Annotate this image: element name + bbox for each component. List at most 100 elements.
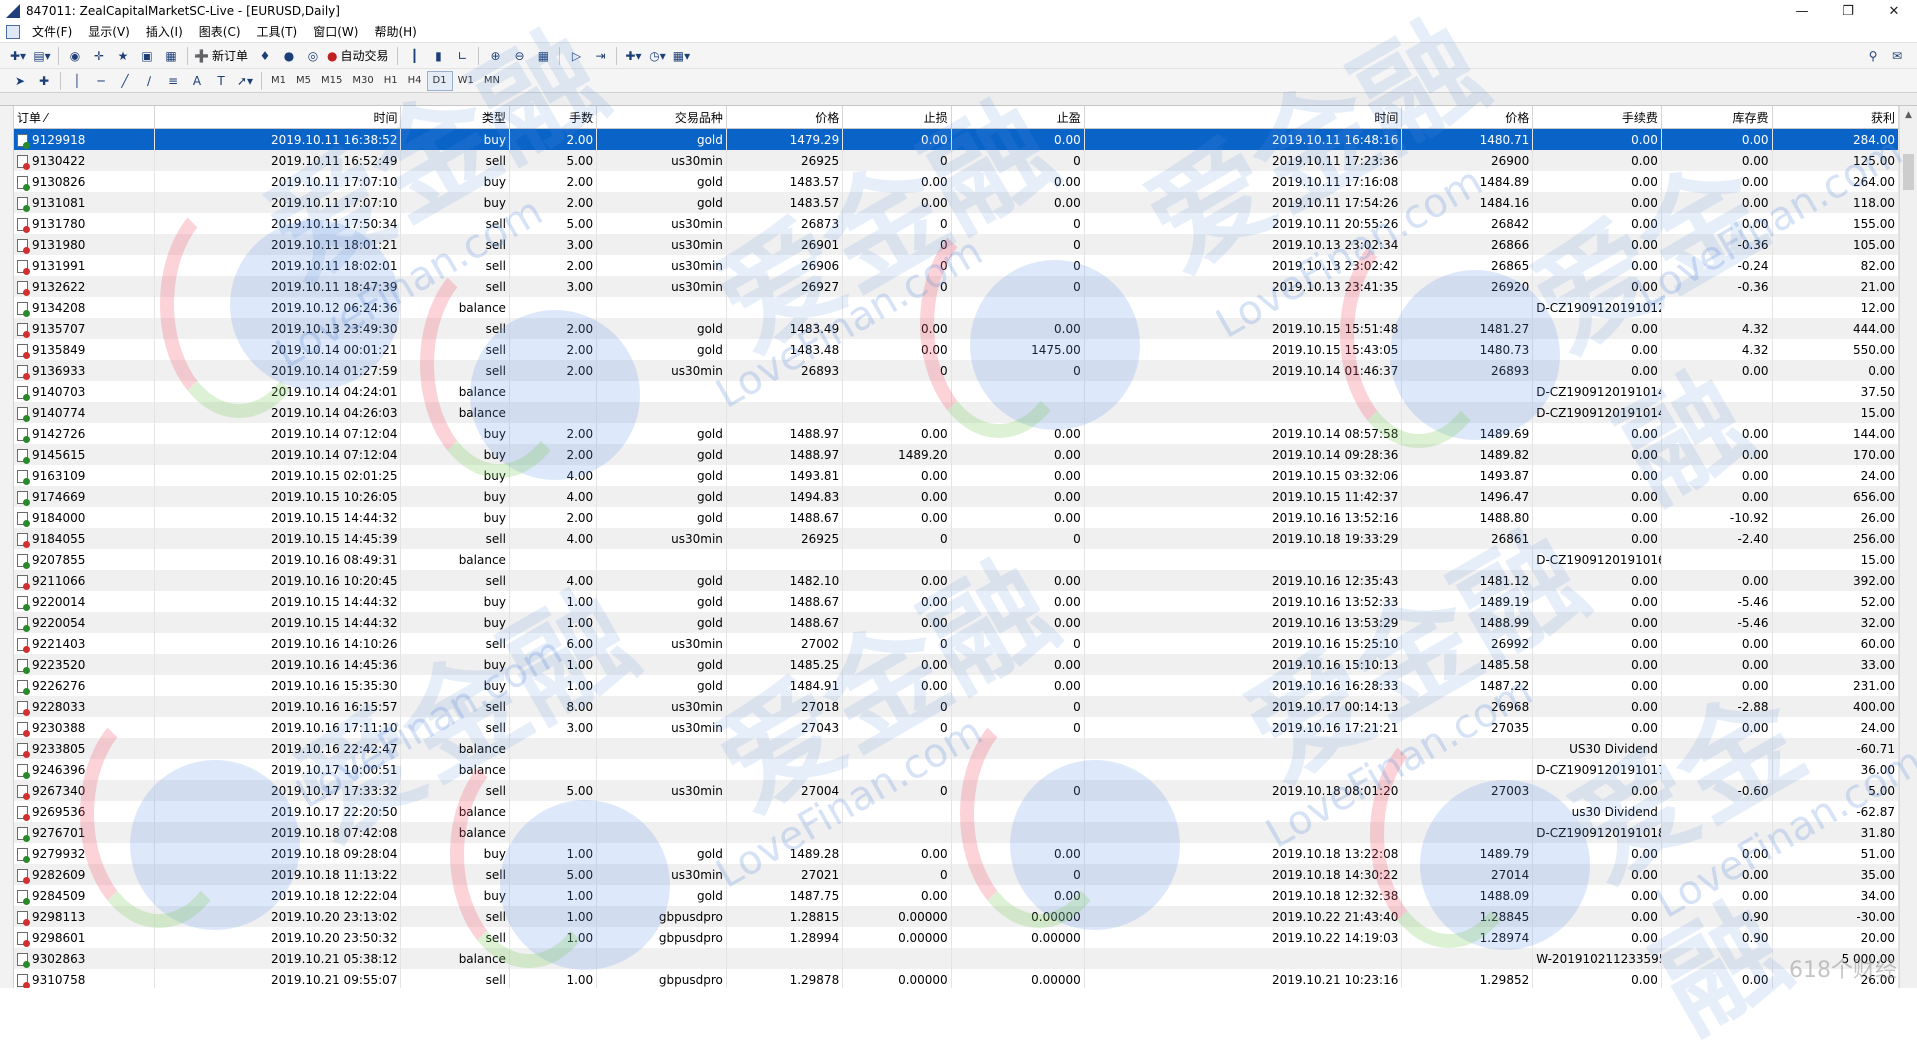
- market-icon[interactable]: ◎: [303, 46, 323, 66]
- menu-file[interactable]: 文件(F): [24, 22, 80, 42]
- table-row[interactable]: 9282609 2019.10.18 11:13:22 sell 5.00 us30mi…: [14, 864, 1899, 885]
- table-row[interactable]: 9134208 2019.10.12 06:24:36 balance D-CZ190…: [14, 297, 1899, 318]
- table-row[interactable]: 9269536 2019.10.17 22:20:50 balance us30 Di…: [14, 801, 1899, 822]
- arrows-icon[interactable]: ➚▾: [235, 71, 255, 91]
- table-row[interactable]: 9223520 2019.10.16 14:45:36 buy 1.00 gold 148…: [14, 654, 1899, 675]
- table-row[interactable]: 9174669 2019.10.15 10:26:05 buy 4.00 gold 149…: [14, 486, 1899, 507]
- table-row[interactable]: 9246396 2019.10.17 10:00:51 balance D-CZ190…: [14, 759, 1899, 780]
- restore-button[interactable]: ❐: [1825, 0, 1871, 22]
- col-order[interactable]: 订单 ⁄: [14, 106, 156, 129]
- table-row[interactable]: 9302863 2019.10.21 05:38:12 balance W-20191…: [14, 948, 1899, 969]
- table-row[interactable]: 9131081 2019.10.11 17:07:10 buy 2.00 gold 148…: [14, 192, 1899, 213]
- templates-icon[interactable]: ▦▾: [671, 46, 691, 66]
- col-take-profit[interactable]: 止盈: [951, 106, 1085, 129]
- data-window-icon[interactable]: ✛: [89, 46, 109, 66]
- table-row[interactable]: 9140703 2019.10.14 04:24:01 balance D-CZ190…: [14, 381, 1899, 402]
- market-watch-icon[interactable]: ◉: [65, 46, 85, 66]
- auto-trading-button[interactable]: ● 自动交易: [327, 46, 392, 66]
- bar-chart-icon[interactable]: ┃: [404, 46, 424, 66]
- table-row[interactable]: 9284509 2019.10.18 12:22:04 buy 1.00 gold 148…: [14, 885, 1899, 906]
- table-row[interactable]: 9230388 2019.10.16 17:11:10 sell 3.00 us30mi…: [14, 717, 1899, 738]
- table-row[interactable]: 9184000 2019.10.15 14:44:32 buy 2.00 gold 148…: [14, 507, 1899, 528]
- vertical-line-icon[interactable]: │: [67, 71, 87, 91]
- zoom-out-icon[interactable]: ⊖: [509, 46, 529, 66]
- text-icon[interactable]: A: [187, 71, 207, 91]
- table-row[interactable]: 9130826 2019.10.11 17:07:10 buy 2.00 gold 148…: [14, 171, 1899, 192]
- profiles-icon[interactable]: ▤▾: [32, 46, 52, 66]
- table-row[interactable]: 9131991 2019.10.11 18:02:01 sell 2.00 us30mi…: [14, 255, 1899, 276]
- table-row[interactable]: 9131780 2019.10.11 17:50:34 sell 5.00 us30mi…: [14, 213, 1899, 234]
- chat-icon[interactable]: ✉: [1887, 46, 1907, 66]
- timeframe-mn[interactable]: MN: [479, 72, 505, 90]
- col-type[interactable]: 类型: [400, 106, 510, 129]
- col-open-price[interactable]: 价格: [726, 106, 844, 129]
- table-row[interactable]: 9140774 2019.10.14 04:26:03 balance D-CZ190…: [14, 402, 1899, 423]
- timeframe-w1[interactable]: W1: [453, 72, 479, 90]
- timeframe-h1[interactable]: H1: [379, 72, 403, 90]
- table-row[interactable]: 9132622 2019.10.11 18:47:39 sell 3.00 us30mi…: [14, 276, 1899, 297]
- table-row[interactable]: 9130422 2019.10.11 16:52:49 sell 5.00 us30mi…: [14, 150, 1899, 171]
- periods-icon[interactable]: ◷▾: [647, 46, 667, 66]
- signals-icon[interactable]: ●: [279, 46, 299, 66]
- channel-icon[interactable]: ∕: [139, 71, 159, 91]
- table-row[interactable]: 9145615 2019.10.14 07:12:04 buy 2.00 gold 148…: [14, 444, 1899, 465]
- navigator-icon[interactable]: ★: [113, 46, 133, 66]
- table-row[interactable]: 9135707 2019.10.13 23:49:30 sell 2.00 gold 14…: [14, 318, 1899, 339]
- table-row[interactable]: 9184055 2019.10.15 14:45:39 sell 4.00 us30mi…: [14, 528, 1899, 549]
- table-row[interactable]: 9276701 2019.10.18 07:42:08 balance D-CZ190…: [14, 822, 1899, 843]
- table-row[interactable]: 9220014 2019.10.15 14:44:32 buy 1.00 gold 148…: [14, 591, 1899, 612]
- table-row[interactable]: 9310758 2019.10.21 09:55:07 sell 1.00 gbpusd…: [14, 969, 1899, 988]
- timeframe-d1[interactable]: D1: [426, 70, 453, 91]
- timeframe-m5[interactable]: M5: [291, 72, 316, 90]
- col-close-time[interactable]: 时间: [1084, 106, 1403, 129]
- metaeditor-icon[interactable]: ♦: [255, 46, 275, 66]
- table-row[interactable]: 9136933 2019.10.14 01:27:59 sell 2.00 us30mi…: [14, 360, 1899, 381]
- table-row[interactable]: 9220054 2019.10.15 14:44:32 buy 1.00 gold 148…: [14, 612, 1899, 633]
- col-swap[interactable]: 库存费: [1661, 106, 1773, 129]
- table-row[interactable]: 9233805 2019.10.16 22:42:47 balance US30 Di…: [14, 738, 1899, 759]
- crosshair-icon[interactable]: ✚: [34, 71, 54, 91]
- cursor-icon[interactable]: ➤: [10, 71, 30, 91]
- strategy-tester-icon[interactable]: ▦: [161, 46, 181, 66]
- scrollbar-thumb[interactable]: [1903, 154, 1914, 190]
- table-row[interactable]: 9142726 2019.10.14 07:12:04 buy 2.00 gold 148…: [14, 423, 1899, 444]
- candlestick-icon[interactable]: ▮: [428, 46, 448, 66]
- search-icon[interactable]: ⚲: [1863, 46, 1883, 66]
- indicators-icon[interactable]: ✚▾: [623, 46, 643, 66]
- horizontal-line-icon[interactable]: ─: [91, 71, 111, 91]
- text-label-icon[interactable]: T: [211, 71, 231, 91]
- table-row[interactable]: 9211066 2019.10.16 10:20:45 sell 4.00 gold 14…: [14, 570, 1899, 591]
- close-button[interactable]: ✕: [1871, 0, 1917, 22]
- chart-shift-icon[interactable]: ⇥: [590, 46, 610, 66]
- timeframe-m15[interactable]: M15: [316, 72, 347, 90]
- auto-scroll-icon[interactable]: ▷: [566, 46, 586, 66]
- col-commission[interactable]: 手续费: [1532, 106, 1662, 129]
- timeframe-m30[interactable]: M30: [347, 72, 378, 90]
- menu-window[interactable]: 窗口(W): [305, 22, 366, 42]
- fibonacci-icon[interactable]: ≡: [163, 71, 183, 91]
- col-open-time[interactable]: 时间: [154, 106, 402, 129]
- line-chart-icon[interactable]: ∟: [452, 46, 472, 66]
- table-row[interactable]: 9267340 2019.10.17 17:33:32 sell 5.00 us30mi…: [14, 780, 1899, 801]
- scroll-up-icon[interactable]: ▲: [1900, 106, 1917, 124]
- new-chart-icon[interactable]: ✚▾: [8, 46, 28, 66]
- table-row[interactable]: 9221403 2019.10.16 14:10:26 sell 6.00 us30mi…: [14, 633, 1899, 654]
- new-order-button[interactable]: ➕ 新订单: [194, 46, 251, 66]
- table-row[interactable]: 9207855 2019.10.16 08:49:31 balance D-CZ190…: [14, 549, 1899, 570]
- menu-tools[interactable]: 工具(T): [249, 22, 306, 42]
- col-volume[interactable]: 手数: [509, 106, 598, 129]
- col-stop-loss[interactable]: 止损: [842, 106, 952, 129]
- menu-insert[interactable]: 插入(I): [138, 22, 191, 42]
- table-row[interactable]: 9298113 2019.10.20 23:13:02 sell 1.00 gbpusd…: [14, 906, 1899, 927]
- table-row[interactable]: 9298601 2019.10.20 23:50:32 sell 1.00 gbpusd…: [14, 927, 1899, 948]
- panel-splitter[interactable]: [0, 92, 1917, 106]
- table-row[interactable]: 9131980 2019.10.11 18:01:21 sell 3.00 us30mi…: [14, 234, 1899, 255]
- col-symbol[interactable]: 交易品种: [596, 106, 727, 129]
- table-row[interactable]: 9279932 2019.10.18 09:28:04 buy 1.00 gold 148…: [14, 843, 1899, 864]
- col-close-price[interactable]: 价格: [1401, 106, 1534, 129]
- table-row[interactable]: 9228033 2019.10.16 16:15:57 sell 8.00 us30mi…: [14, 696, 1899, 717]
- document-icon[interactable]: [6, 25, 20, 39]
- vertical-scrollbar[interactable]: ▲: [1899, 106, 1917, 988]
- table-row[interactable]: 9163109 2019.10.15 02:01:25 buy 4.00 gold 149…: [14, 465, 1899, 486]
- menu-help[interactable]: 帮助(H): [366, 22, 424, 42]
